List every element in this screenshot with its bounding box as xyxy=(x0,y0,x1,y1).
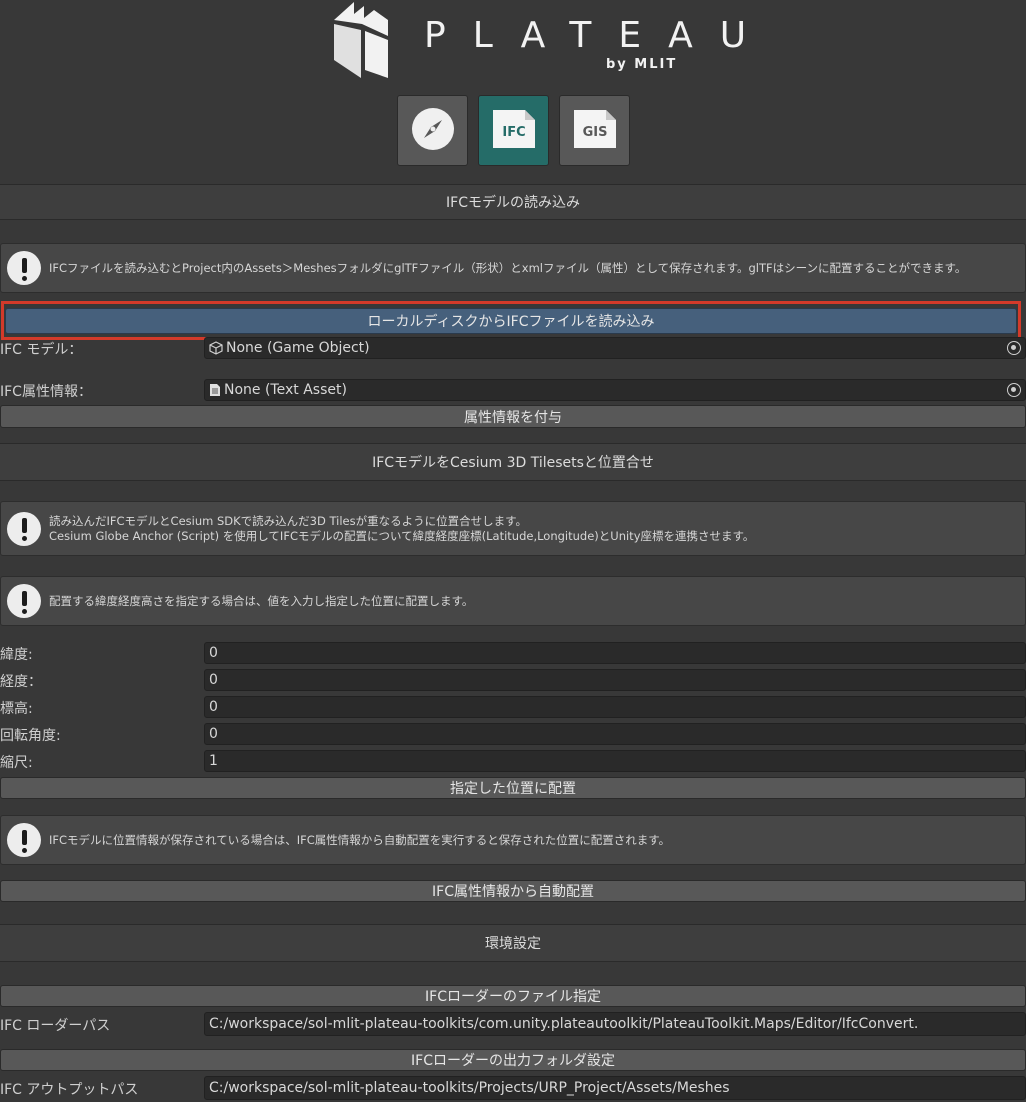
output-path-input[interactable]: C:/workspace/sol-mlit-plateau-toolkits/P… xyxy=(204,1076,1026,1100)
gis-file-icon: GIS xyxy=(573,109,616,152)
help-text-line: Cesium Globe Anchor (Script) を使用してIFCモデル… xyxy=(49,528,755,543)
ifc-icon-text: IFC xyxy=(502,125,525,140)
output-path-label: IFC アウトプットパス xyxy=(0,1082,139,1098)
highlight-frame xyxy=(1,301,1021,340)
loader-path-label: IFC ローダーパス xyxy=(0,1018,111,1034)
help-text: IFCモデルに位置情報が保存されている場合は、IFC属性情報から自動配置を実行す… xyxy=(49,832,671,847)
elevation-input[interactable]: 0 xyxy=(204,696,1026,718)
info-icon xyxy=(7,584,41,618)
help-box-auto-place: IFCモデルに位置情報が保存されている場合は、IFC属性情報から自動配置を実行す… xyxy=(0,815,1026,865)
text-asset-icon xyxy=(209,383,221,397)
rotation-label: 回転角度: xyxy=(0,728,61,744)
ifc-model-field[interactable]: None (Game Object) xyxy=(204,337,1026,359)
help-text-line: 読み込んだIFCモデルとCesium SDKで読み込んだ3D Tilesが重なる… xyxy=(49,513,527,528)
help-box-align: 読み込んだIFCモデルとCesium SDKで読み込んだ3D Tilesが重なる… xyxy=(0,501,1026,556)
info-icon xyxy=(7,511,41,546)
attach-attributes-button[interactable]: 属性情報を付与 xyxy=(0,405,1026,428)
help-box-ifc-load: IFCファイルを読み込むとProject内のAssets＞Meshesフォルダに… xyxy=(0,243,1026,293)
output-folder-button[interactable]: IFCローダーの出力フォルダ設定 xyxy=(0,1049,1026,1071)
latitude-input[interactable]: 0 xyxy=(204,642,1026,664)
longitude-input[interactable]: 0 xyxy=(204,669,1026,691)
help-text: 配置する緯度経度高さを指定する場合は、値を入力し指定した位置に配置します。 xyxy=(49,593,474,608)
ifc-model-label: IFC モデル： xyxy=(0,342,83,358)
gis-icon-text: GIS xyxy=(582,125,607,140)
section-header-align: IFCモデルをCesium 3D Tilesetsと位置合せ xyxy=(0,443,1026,481)
logo-title: PLATEAU xyxy=(424,15,774,56)
compass-icon xyxy=(411,107,455,155)
elevation-label: 標高: xyxy=(0,701,33,717)
tool-button-compass[interactable] xyxy=(397,95,468,166)
loader-file-button[interactable]: IFCローダーのファイル指定 xyxy=(0,985,1026,1007)
ifc-file-icon: IFC xyxy=(492,109,535,152)
ifc-attr-field[interactable]: None (Text Asset) xyxy=(204,379,1026,401)
tool-button-ifc[interactable]: IFC xyxy=(478,95,549,166)
help-text: IFCファイルを読み込むとProject内のAssets＞Meshesフォルダに… xyxy=(49,260,967,275)
tool-button-gis[interactable]: GIS xyxy=(559,95,630,166)
loader-path-input[interactable]: C:/workspace/sol-mlit-plateau-toolkits/c… xyxy=(204,1012,1026,1036)
object-picker-icon[interactable] xyxy=(1007,341,1021,355)
logo-subtitle: by MLIT xyxy=(606,57,678,72)
ifc-attr-value: None (Text Asset) xyxy=(224,382,347,398)
ifc-attr-label: IFC属性情報： xyxy=(0,384,92,400)
info-icon xyxy=(7,823,41,857)
scale-label: 縮尺: xyxy=(0,755,33,771)
scale-input[interactable]: 1 xyxy=(204,750,1026,772)
ifc-model-value: None (Game Object) xyxy=(226,340,370,356)
latitude-label: 緯度: xyxy=(0,647,33,663)
longitude-label: 経度： xyxy=(0,674,42,690)
game-object-icon xyxy=(209,341,223,355)
plateau-logo-icon xyxy=(334,0,388,78)
object-picker-icon[interactable] xyxy=(1007,383,1021,397)
rotation-input[interactable]: 0 xyxy=(204,723,1026,745)
auto-place-button[interactable]: IFC属性情報から自動配置 xyxy=(0,880,1026,902)
info-icon xyxy=(7,251,41,285)
section-header-environment: 環境設定 xyxy=(0,924,1026,962)
help-box-position: 配置する緯度経度高さを指定する場合は、値を入力し指定した位置に配置します。 xyxy=(0,576,1026,626)
section-header-ifc-load: IFCモデルの読み込み xyxy=(0,184,1026,220)
place-at-position-button[interactable]: 指定した位置に配置 xyxy=(0,777,1026,799)
